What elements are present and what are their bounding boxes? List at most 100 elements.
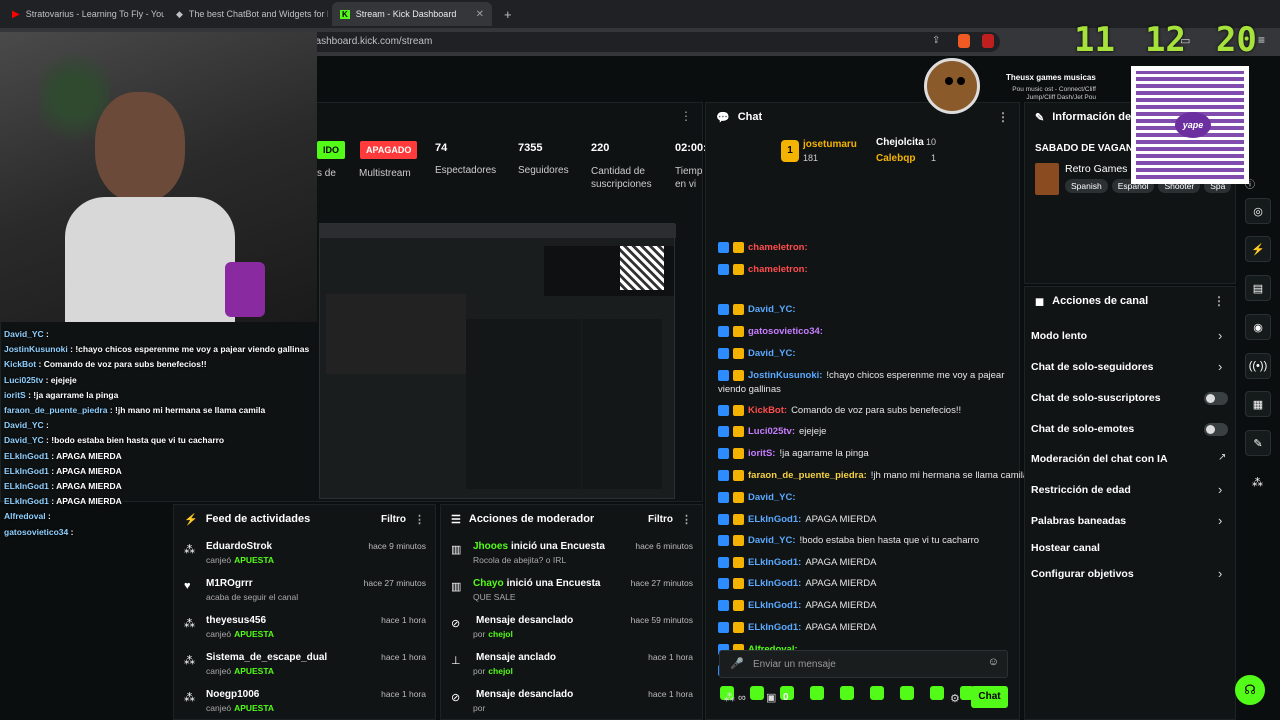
clipboard-icon[interactable]: ▤ <box>1245 275 1271 301</box>
emote-icon[interactable] <box>810 686 824 700</box>
stream-category[interactable]: Retro Games <box>1065 163 1127 175</box>
chat-input[interactable]: 🎤 Enviar un mensaje ☺ <box>719 650 1008 678</box>
close-tab-icon[interactable]: ✕ <box>476 9 484 20</box>
channel-action-item[interactable]: Configurar objetivos <box>1031 568 1134 580</box>
chat-message-text: !ja agarrame la pinga <box>779 448 869 459</box>
chevron-right-icon[interactable]: › <box>1218 513 1222 528</box>
wrench-icon[interactable]: ✎ <box>1245 430 1271 456</box>
activity-time: hace 9 minutos <box>368 541 426 551</box>
channel-action-item[interactable]: Palabras baneadas <box>1031 515 1126 527</box>
chevron-right-icon[interactable]: › <box>1218 359 1222 374</box>
chat-username[interactable]: JostinKusunoki: <box>748 370 822 381</box>
top-chatter-name[interactable]: Calebqp <box>876 153 915 164</box>
chat-username[interactable]: faraon_de_puente_piedra: <box>748 470 867 481</box>
chat-username[interactable]: gatosovietico34: <box>748 326 823 337</box>
chat-username[interactable]: David_YC: <box>748 348 796 359</box>
emote-icon[interactable] <box>750 686 764 700</box>
stream-title: SABADO DE VAGANC <box>1035 143 1141 154</box>
now-playing-title: Theusx games musicas <box>1006 73 1096 82</box>
activity-item: M1ROgrrr acaba de seguir el canal hace 27 … <box>206 578 426 602</box>
chat-username[interactable]: KickBot: <box>748 405 787 416</box>
send-chat-button[interactable]: Chat <box>971 686 1008 708</box>
chat-username[interactable]: chameletron: <box>748 264 808 275</box>
toggle-switch[interactable] <box>1204 423 1228 436</box>
more-options-icon[interactable]: ⋮ <box>1213 294 1225 308</box>
settings-gear-icon[interactable]: ⚙ <box>950 692 960 705</box>
emote-icon[interactable] <box>840 686 854 700</box>
microphone-icon[interactable]: 🎤 <box>730 657 744 670</box>
tag[interactable]: Spanish <box>1065 179 1108 193</box>
chat-username[interactable]: David_YC: <box>748 492 796 503</box>
heart-icon: ♥ <box>184 580 191 592</box>
top-chatter-name[interactable]: Chejolcita <box>876 137 924 148</box>
mod-action-by[interactable]: chejol <box>488 629 513 639</box>
broadcast-icon[interactable]: ((•)) <box>1245 353 1271 379</box>
chat-username[interactable]: ELkInGod1: <box>748 557 801 568</box>
more-options-icon[interactable]: ⋮ <box>680 109 692 123</box>
emote-icon[interactable] <box>900 686 914 700</box>
users-icon[interactable]: ⁂ ∞ <box>724 691 746 704</box>
chat-username[interactable]: chameletron: <box>748 242 808 253</box>
emote-icon[interactable] <box>870 686 884 700</box>
chat-username[interactable]: David_YC: <box>748 535 796 546</box>
url-field[interactable]: dashboard.kick.com/stream <box>270 32 1000 52</box>
chevron-right-icon[interactable]: › <box>1218 328 1222 343</box>
crown-icon <box>733 304 744 315</box>
lightning-icon[interactable]: ⚡ <box>1245 236 1271 262</box>
multistream-label: Multistream <box>359 168 411 179</box>
mod-filter-button[interactable]: Filtro <box>648 514 673 525</box>
camera-icon[interactable]: ◎ <box>1245 198 1271 224</box>
toggle-switch[interactable] <box>1204 392 1228 405</box>
layout-icon[interactable]: ▦ <box>1245 391 1271 417</box>
chat-username[interactable]: ELkInGod1: <box>748 600 801 611</box>
chat-username[interactable]: David_YC: <box>748 304 796 315</box>
external-link-icon[interactable]: ↗ <box>1218 452 1226 463</box>
rewards-icon[interactable] <box>982 34 994 48</box>
more-options-icon[interactable]: ⋮ <box>681 513 692 526</box>
tab-kick-dashboard[interactable]: K Stream - Kick Dashboard ✕ <box>332 2 492 26</box>
overlay-chat-text: !chayo chicos esperenme me voy a pajear … <box>75 344 310 355</box>
chat-message-text: !jh mano mi hermana se llama camila <box>870 470 1029 481</box>
overlay-chat-line: JostinKusunoki : !chayo chicos esperenme… <box>4 344 309 354</box>
more-options-icon[interactable]: ⋮ <box>997 110 1009 124</box>
brave-shield-icon[interactable] <box>958 34 970 48</box>
support-icon[interactable]: ☊ <box>1235 675 1265 705</box>
chat-username[interactable]: ELkInGod1: <box>748 514 801 525</box>
channel-action-item[interactable]: Hostear canal <box>1031 542 1100 554</box>
badge-icon <box>718 426 729 437</box>
overlay-chat-line: Alfredoval : <box>4 511 51 521</box>
channel-action-item[interactable]: Modo lento <box>1031 330 1087 342</box>
new-tab-button[interactable]: + <box>496 2 516 26</box>
channel-action-item[interactable]: Chat de solo-emotes <box>1031 423 1134 435</box>
channel-action-item[interactable]: Chat de solo-seguidores <box>1031 361 1154 373</box>
channel-action-item[interactable]: Chat de solo-suscriptores <box>1031 392 1161 404</box>
mod-actor[interactable]: Chayo <box>473 578 504 589</box>
chevron-right-icon[interactable]: › <box>1218 482 1222 497</box>
chat-message: David_YC: <box>718 304 800 315</box>
chat-username[interactable]: Luci025tv: <box>748 426 795 437</box>
channel-action-item[interactable]: Moderación del chat con IA <box>1031 453 1168 465</box>
chat-username[interactable]: ioritS: <box>748 448 775 459</box>
overlay-chat-user: ioritS <box>4 389 26 400</box>
emote-icon[interactable] <box>930 686 944 700</box>
menu-icon[interactable]: ≡ <box>1258 33 1265 47</box>
mod-action-by[interactable]: chejol <box>488 666 513 676</box>
crown-icon <box>733 622 744 633</box>
tab-label: Stratovarius - Learning To Fly - YouTube <box>25 9 164 19</box>
chat-username[interactable]: ELkInGod1: <box>748 578 801 589</box>
mod-actor[interactable]: Jhooes <box>473 541 508 552</box>
tab-youtube[interactable]: ▶ Stratovarius - Learning To Fly - YouTu… <box>4 2 164 26</box>
share-icon[interactable]: ⇪ <box>932 35 940 46</box>
emoji-icon[interactable]: ☺ <box>988 656 999 668</box>
overlay-chat-text: APAGA MIERDA <box>56 450 122 461</box>
chat-username[interactable]: ELkInGod1: <box>748 622 801 633</box>
tab-chatbot[interactable]: ◆ The best ChatBot and Widgets for Kick <box>168 2 328 26</box>
tab-label: Stream - Kick Dashboard <box>355 9 457 19</box>
top-chatter-name[interactable]: josetumaru <box>803 139 857 150</box>
feed-filter-button[interactable]: Filtro <box>381 514 406 525</box>
users-icon[interactable]: ⁂ <box>1252 476 1263 489</box>
chevron-right-icon[interactable]: › <box>1218 566 1222 581</box>
channel-action-item[interactable]: Restricción de edad <box>1031 484 1131 496</box>
chat-bubble-icon[interactable]: ◉ <box>1245 314 1271 340</box>
more-options-icon[interactable]: ⋮ <box>414 513 425 526</box>
